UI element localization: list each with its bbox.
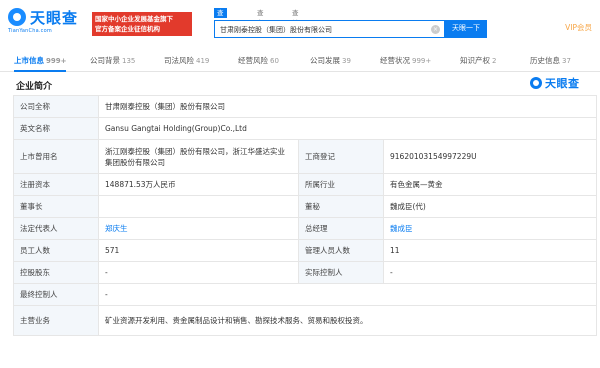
nav-listing-info[interactable]: 上市信息 999+ [14,55,67,72]
logo-subtext: TianYanCha.com [8,28,52,34]
banner-line-2: 官方备案企业征信机构 [95,25,160,33]
table-row: 控股股东 - 实际控制人 - [13,261,598,284]
row-label: 工商登记 [298,139,384,174]
row-label: 法定代表人 [13,217,99,240]
nav-company-development[interactable]: 公司发展 39 [310,55,351,66]
row-value: 11 [382,239,598,262]
row-value: 有色金属—黄金 [382,173,598,196]
legal-rep-link[interactable]: 郑庆生 [98,217,299,240]
table-row: 上市曾用名 浙江刚泰控股（集团）股份有限公司，浙江华盛达实业集团股份有限公司 工… [13,139,598,174]
row-value: 浙江刚泰控股（集团）股份有限公司，浙江华盛达实业集团股份有限公司 [98,139,299,174]
search-button[interactable]: 天眼一下 [445,20,487,38]
row-label: 上市曾用名 [13,139,99,174]
nav-company-background[interactable]: 公司背景 135 [90,55,135,66]
company-nav: 上市信息 999+ 公司背景 135 司法风险 419 经营风险 60 公司发展 39 经… [0,50,600,72]
row-value: 571 [98,239,299,262]
row-value: 148871.53万人民币 [98,173,299,196]
nav-legal-risk[interactable]: 司法风险 419 [164,55,209,66]
banner-line-1: 国家中小企业发展基金旗下 [95,15,173,23]
row-value [98,195,299,218]
row-label: 最终控制人 [13,283,99,306]
row-value: 矿业资源开发利用、贵金属制品设计和销售、勘探技术服务、贸易和股权投资。 [97,305,598,336]
nav-operation-risk[interactable]: 经营风险 60 [238,55,279,66]
table-row: 公司全称 甘肃刚泰控股（集团）股份有限公司 [13,95,598,118]
search-input[interactable] [220,24,430,35]
row-value: 魏成臣(代) [382,195,598,218]
row-value: - [382,261,598,284]
row-value: - [98,261,299,284]
table-row: 最终控制人 - [13,283,598,306]
eye-logo-icon [8,8,26,26]
section-title: 企业简介 [16,82,53,92]
nav-history-info[interactable]: 历史信息 37 [530,55,571,66]
eye-watermark-icon [530,77,542,89]
row-label: 总经理 [298,217,384,240]
watermark-text: 天眼查 [545,77,580,90]
row-label: 注册资本 [13,173,99,196]
table-row: 注册资本 148871.53万人民币 所属行业 有色金属—黄金 [13,173,598,196]
logo-text: 天眼查 [30,9,79,27]
row-value: Gansu Gangtai Holding(Group)Co.,Ltd [97,117,598,140]
company-info-table: 公司全称 甘肃刚泰控股（集团）股份有限公司 英文名称 Gansu Gangtai… [13,95,598,336]
top-header: 天眼查 TianYanCha.com 国家中小企业发展基金旗下 官方备案企业征信… [0,0,600,50]
row-label: 员工人数 [13,239,99,262]
tab-search-company[interactable]: 查公司 [214,8,227,37]
row-label: 公司全称 [13,95,99,118]
nav-intellectual-property[interactable]: 知识产权 2 [460,55,496,66]
promo-banner[interactable]: 国家中小企业发展基金旗下 官方备案企业征信机构 [92,12,192,36]
row-label: 董事长 [13,195,99,218]
row-label: 董秘 [298,195,384,218]
search-box: × [214,20,445,38]
clear-icon[interactable]: × [431,25,440,34]
row-value: 91620103154997229U [382,139,598,174]
tianyancha-watermark: 天眼查 [530,76,592,90]
search-area: 查公司 查老板 查关系 × 天眼一下 [214,8,487,40]
tab-search-boss[interactable]: 查老板 [254,8,267,37]
general-manager-link[interactable]: 魏成臣 [382,217,598,240]
table-row: 员工人数 571 管理人员人数 11 [13,239,598,262]
row-label: 实际控制人 [298,261,384,284]
row-label: 英文名称 [13,117,99,140]
vip-link[interactable]: VIP会员 [565,22,592,33]
tianyancha-logo[interactable]: 天眼查 TianYanCha.com [8,8,86,36]
table-row: 英文名称 Gansu Gangtai Holding(Group)Co.,Ltd [13,117,598,140]
row-label: 主营业务 [13,305,99,336]
table-row: 董事长 董秘 魏成臣(代) [13,195,598,218]
table-row: 主营业务 矿业资源开发利用、贵金属制品设计和销售、勘探技术服务、贸易和股权投资。 [13,305,598,336]
tab-search-relation[interactable]: 查关系 [289,8,302,37]
row-label: 控股股东 [13,261,99,284]
row-label: 所属行业 [298,173,384,196]
row-value: 甘肃刚泰控股（集团）股份有限公司 [97,95,598,118]
table-row: 法定代表人 郑庆生 总经理 魏成臣 [13,217,598,240]
row-label: 管理人员人数 [298,239,384,262]
row-value: - [97,283,598,306]
nav-operation-status[interactable]: 经营状况 999+ [380,55,431,66]
